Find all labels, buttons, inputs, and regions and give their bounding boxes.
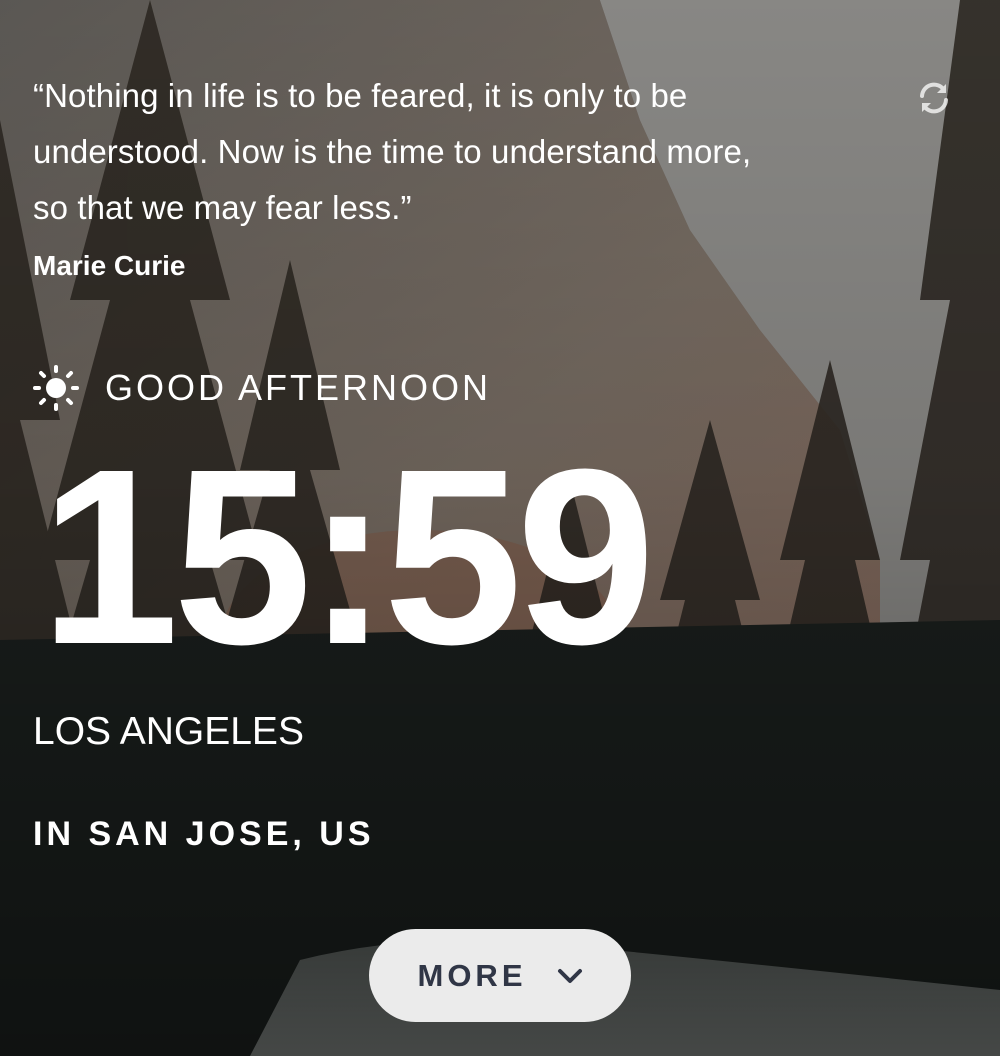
greeting: GOOD AFTERNOON [33,365,491,411]
refresh-quote-button[interactable] [914,78,954,118]
refresh-icon [920,82,948,114]
clock-time: 15:59 [40,417,655,696]
chevron-down-icon [557,968,582,983]
more-button[interactable]: MORE [369,929,631,1022]
location-text: IN SAN JOSE, US [33,815,375,853]
greeting-text: GOOD AFTERNOON [105,367,492,408]
quote-text: “Nothing in life is to be feared, it is … [33,77,752,226]
timezone-city: LOS ANGELES [33,710,304,753]
more-button-label: MORE [417,957,527,993]
quote-block: “Nothing in life is to be feared, it is … [33,68,793,282]
quote-author: Marie Curie [33,250,186,281]
sun-icon [33,365,79,411]
